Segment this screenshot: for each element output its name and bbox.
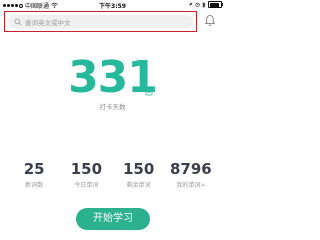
- location-icon: [188, 2, 193, 7]
- calendar-icon[interactable]: [145, 88, 153, 96]
- stats-row: 25 新词数 150 今日单词 150 剩余单词 8796 我的单词>: [0, 161, 225, 189]
- search-icon: [14, 18, 22, 25]
- alarm-icon: [195, 2, 200, 7]
- search-highlight-frame: 查词英文或中文: [4, 11, 197, 32]
- bell-icon[interactable]: [204, 14, 216, 27]
- status-right: [188, 1, 223, 8]
- stat-label: 今日单词: [74, 182, 99, 189]
- stat-label: 剩余单词: [126, 182, 151, 189]
- search-placeholder: 查词英文或中文: [25, 18, 71, 27]
- stat-label: 我的单词>: [176, 182, 206, 189]
- checkin-days-label: 打卡天数: [99, 103, 126, 111]
- stat-remaining-words: 150 剩余单词: [116, 161, 161, 189]
- stat-today-words: 150 今日单词: [64, 161, 109, 189]
- checkin-days-count: 331: [68, 52, 158, 103]
- stat-value: 150: [122, 160, 155, 178]
- stat-new-words: 25 新词数: [12, 161, 57, 189]
- stat-value: 8796: [170, 160, 212, 178]
- search-input[interactable]: 查词英文或中文: [8, 15, 193, 28]
- battery-icon: [208, 1, 223, 8]
- start-learning-button[interactable]: 开始学习: [76, 208, 150, 230]
- stat-label: 新词数: [25, 182, 44, 189]
- bluetooth-icon: [202, 1, 206, 8]
- stat-value: 25: [23, 160, 45, 178]
- stat-value: 150: [70, 160, 103, 178]
- status-bar: 中国联通 下午3:59: [0, 0, 225, 10]
- stat-my-words[interactable]: 8796 我的单词>: [168, 161, 213, 189]
